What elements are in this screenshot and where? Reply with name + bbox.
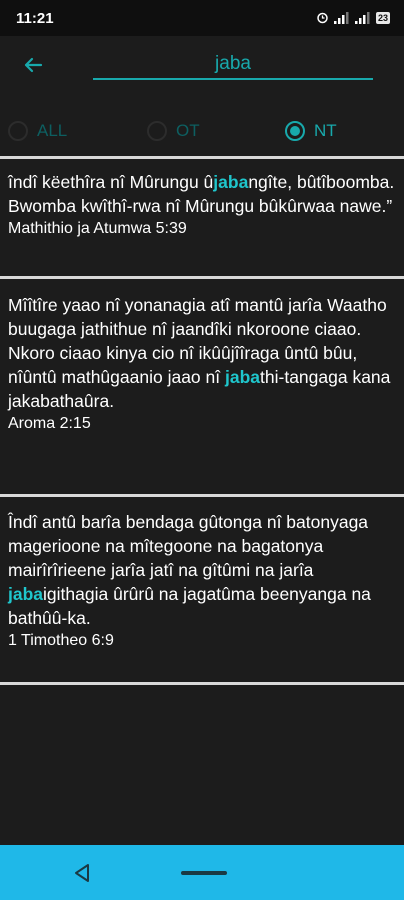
- search-match: jaba: [224, 367, 261, 387]
- search-result[interactable]: Mîîtîre yaao nî yonanagia atî mantû jarî…: [8, 293, 398, 435]
- battery-icon: 23: [375, 11, 390, 24]
- search-result[interactable]: Îndî antû barîa bendaga gûtonga nî baton…: [8, 510, 398, 652]
- result-reference: Mathithio ja Atumwa 5:39: [8, 220, 187, 237]
- filter-nt[interactable]: NT: [285, 114, 337, 148]
- search-input[interactable]: [93, 50, 373, 80]
- search-match: jaba: [8, 584, 44, 604]
- radio-circle-icon: [8, 121, 28, 141]
- system-nav-bar: [0, 845, 404, 900]
- nav-back-button[interactable]: [72, 862, 92, 889]
- back-button[interactable]: [18, 50, 48, 80]
- status-icons: 23: [316, 11, 390, 24]
- filter-ot-label: OT: [176, 121, 200, 140]
- result-verse-text: îndî këethîra nî Mûrungu ûjabangîte, bût…: [8, 172, 395, 216]
- filter-all-label: ALL: [37, 121, 68, 140]
- divider: [0, 494, 404, 497]
- result-verse-text: Îndî antû barîa bendaga gûtonga nî baton…: [8, 512, 371, 628]
- status-bar: 11:21 23: [0, 0, 404, 36]
- arrow-left-icon: [24, 57, 43, 73]
- triangle-back-icon: [75, 864, 89, 882]
- signal-icon-2: [354, 11, 370, 24]
- signal-icon: [333, 11, 349, 24]
- search-toolbar: [0, 36, 404, 98]
- home-pill-icon[interactable]: [181, 871, 227, 875]
- testament-filter: ALL OT NT: [0, 114, 404, 148]
- divider: [0, 276, 404, 279]
- filter-all[interactable]: ALL: [8, 114, 67, 148]
- radio-checked-icon: [285, 121, 305, 141]
- search-result[interactable]: îndî këethîra nî Mûrungu ûjabangîte, bût…: [8, 170, 398, 240]
- result-verse-text: Mîîtîre yaao nî yonanagia atî mantû jarî…: [8, 295, 391, 411]
- radio-circle-icon: [147, 121, 167, 141]
- filter-nt-label: NT: [314, 121, 337, 140]
- divider: [0, 156, 404, 159]
- result-reference: Aroma 2:15: [8, 415, 91, 432]
- search-match: jaba: [213, 172, 249, 192]
- alarm-icon: [317, 12, 328, 24]
- status-time: 11:21: [16, 10, 54, 27]
- filter-ot[interactable]: OT: [147, 114, 200, 148]
- divider: [0, 682, 404, 685]
- result-reference: 1 Timotheo 6:9: [8, 632, 114, 649]
